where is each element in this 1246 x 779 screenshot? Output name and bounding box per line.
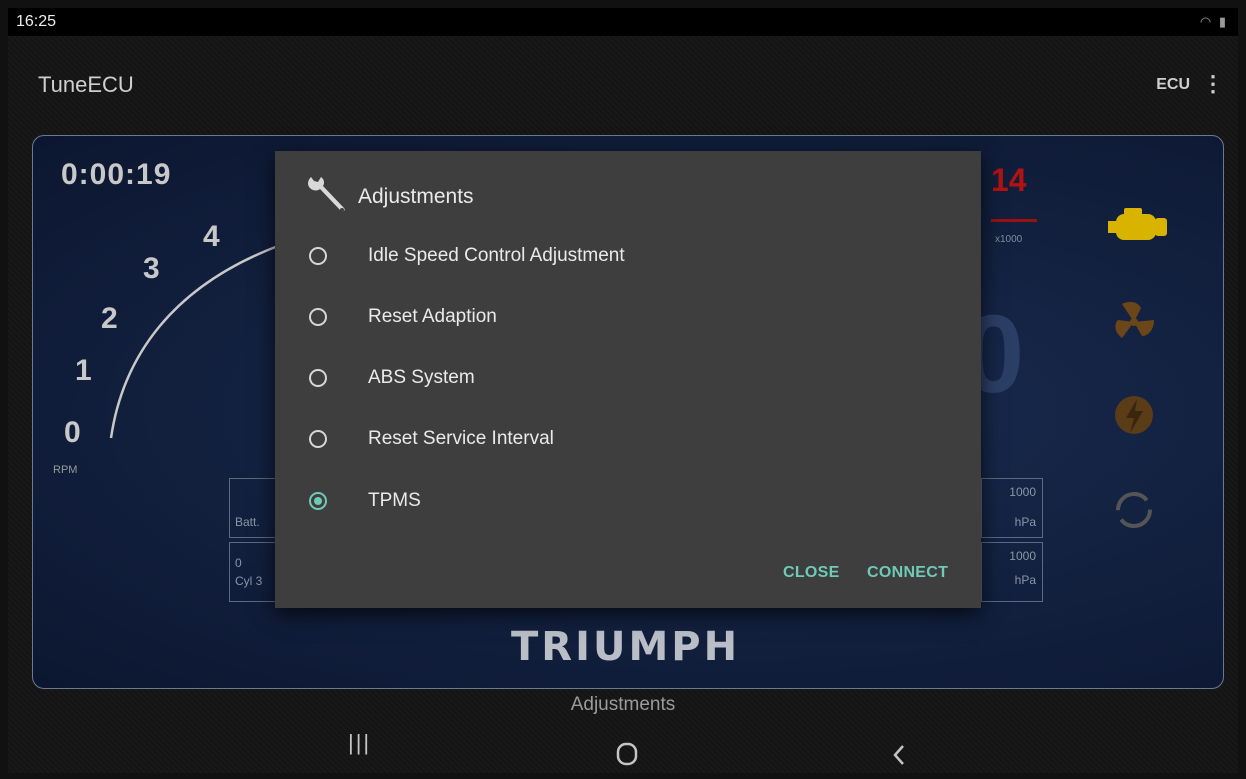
radio-button[interactable] [309, 430, 327, 448]
battery-label: Batt. [235, 515, 260, 529]
radio-button[interactable] [309, 308, 327, 326]
power-icon [1115, 396, 1153, 434]
status-bar: 16:25 ◠ ▮ [8, 8, 1238, 36]
option-reset-service-interval[interactable]: Reset Service Interval [275, 411, 981, 469]
recents-icon[interactable]: ||| [348, 730, 371, 756]
option-label: Idle Speed Control Adjustment [368, 245, 625, 266]
close-button[interactable]: CLOSE [783, 564, 840, 582]
cylinder-value: 0 [235, 556, 242, 570]
radio-button-selected[interactable] [309, 492, 327, 510]
rpm-tick: 0 [64, 416, 81, 449]
rpm-tick: 2 [101, 302, 118, 335]
back-icon[interactable] [892, 744, 906, 766]
option-label: Reset Service Interval [368, 428, 554, 449]
cylinder-label: Cyl 3 [235, 574, 263, 588]
current-function-label: Adjustments [570, 694, 676, 715]
radio-button[interactable] [309, 369, 327, 387]
pressure-value: 1000 [1009, 485, 1036, 499]
refresh-icon [1116, 492, 1152, 528]
wifi-icon: ◠ [1199, 14, 1214, 29]
rpm-label: RPM [53, 464, 78, 476]
battery-icon: ▮ [1218, 14, 1228, 29]
option-tpms[interactable]: TPMS [275, 473, 981, 531]
dialog-title: Adjustments [358, 185, 474, 208]
wrench-icon [308, 177, 345, 212]
pressure-box-bottom: 1000 hPa [981, 542, 1043, 602]
rpm-tick: 1 [75, 354, 92, 387]
fan-icon [1115, 301, 1154, 338]
app-bar: TuneECU ECU ⋮ [8, 36, 1238, 136]
adjustments-dialog: Adjustments Idle Speed Control Adjustmen… [275, 151, 981, 608]
option-label: ABS System [368, 367, 475, 388]
status-time: 16:25 [16, 13, 57, 30]
option-label: Reset Adaption [368, 306, 497, 327]
app-title: TuneECU [38, 72, 134, 97]
engine-icon [1108, 208, 1167, 240]
gear-indicator: 14 [991, 162, 1027, 198]
option-reset-adaption[interactable]: Reset Adaption [275, 289, 981, 347]
option-label: TPMS [368, 490, 421, 511]
ecu-button[interactable]: ECU [1156, 76, 1190, 94]
status-icons: ◠ ▮ [1200, 14, 1228, 30]
connect-button[interactable]: CONNECT [867, 564, 948, 582]
navigation-bar: ||| [8, 716, 1238, 773]
home-icon[interactable] [616, 742, 638, 766]
overflow-menu-icon[interactable]: ⋮ [1202, 70, 1224, 100]
pressure-value: 1000 [1009, 549, 1036, 563]
rpm-tick: 3 [143, 252, 160, 285]
option-abs-system[interactable]: ABS System [275, 350, 981, 408]
screen: 16:25 ◠ ▮ TuneECU ECU ⋮ 0:00:19 0 1 2 3 … [8, 8, 1238, 773]
pressure-unit: hPa [1014, 573, 1036, 587]
gear-underline [991, 219, 1037, 222]
radio-button[interactable] [309, 247, 327, 265]
option-idle-speed[interactable]: Idle Speed Control Adjustment [275, 228, 981, 286]
trip-timer: 0:00:19 [61, 158, 172, 191]
triumph-logo: TRIUMPH [511, 624, 741, 670]
pressure-unit: hPa [1014, 515, 1036, 529]
rpm-tick: 4 [203, 220, 220, 253]
pressure-box-top: 1000 hPa [981, 478, 1043, 538]
rpm-multiplier: x1000 [995, 234, 1023, 245]
